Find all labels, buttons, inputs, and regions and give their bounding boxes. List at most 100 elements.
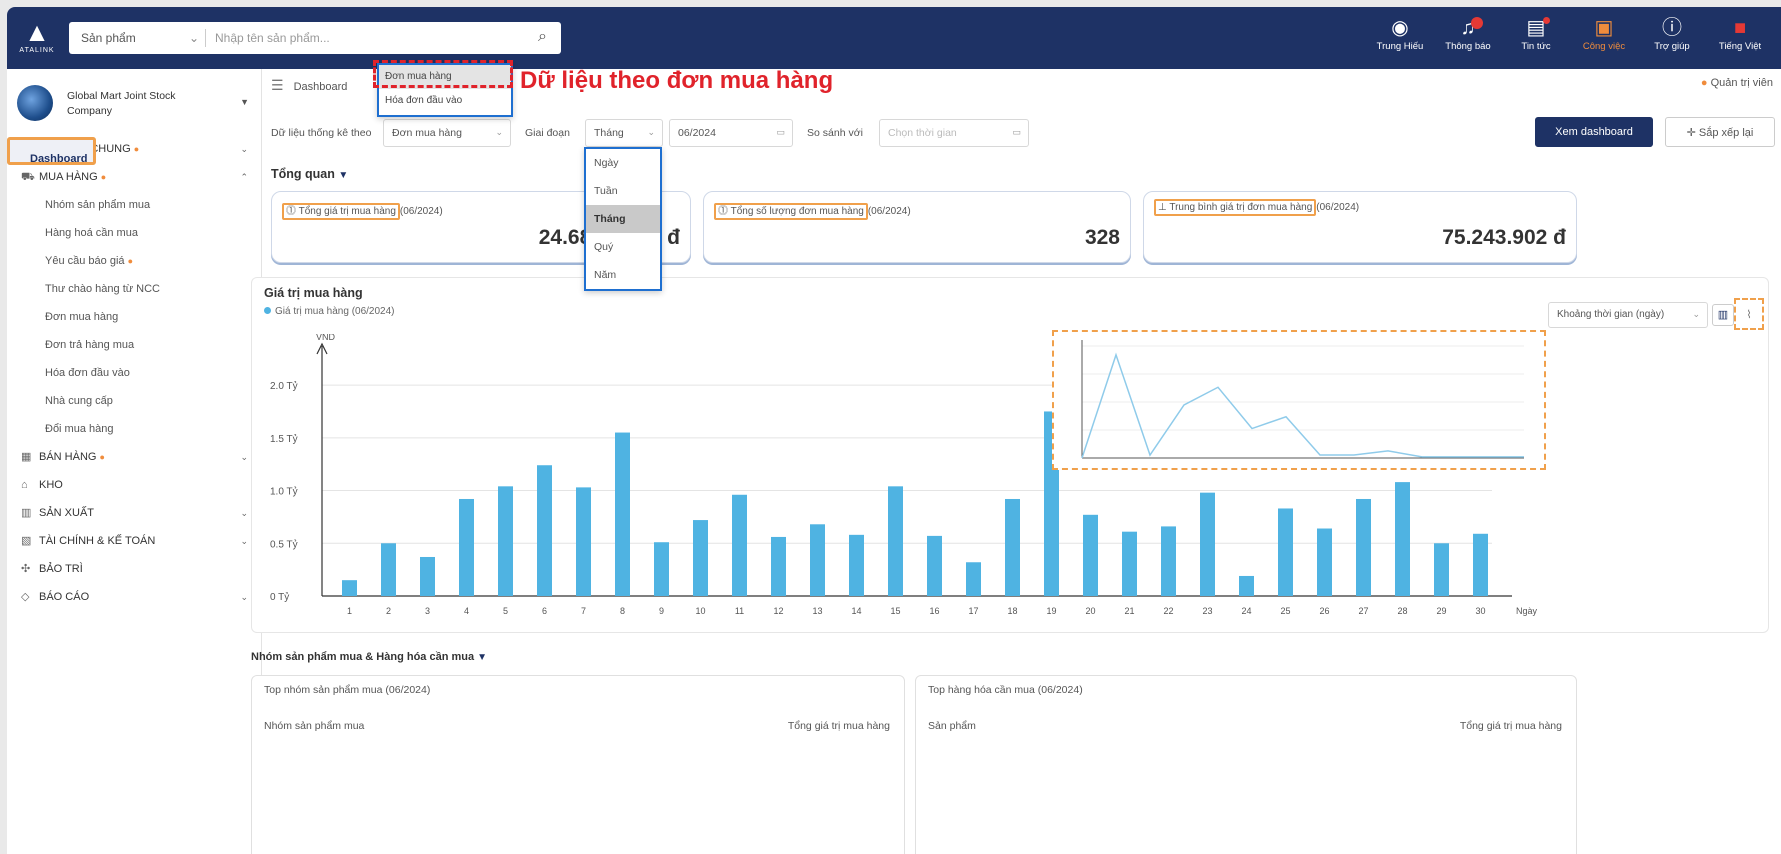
sidebar-item-hang-hoa-can-mua[interactable]: Hàng hoá cần mua: [7, 219, 262, 247]
range-select[interactable]: Khoảng thời gian (ngày) ⌄: [1548, 302, 1708, 328]
x-tick-label: 5: [503, 606, 508, 616]
sidebar-item-don-mua-hang[interactable]: Đơn mua hàng: [7, 303, 262, 331]
calendar-icon: ▭: [776, 127, 785, 137]
x-tick-label: 2: [386, 606, 391, 616]
status-dot: ●: [99, 452, 105, 462]
y-tick-label: 2.0 Tỷ: [270, 380, 298, 392]
main-content: ☰ Dashboard ● Quản trị viên Dữ liệu thống…: [251, 69, 1781, 854]
compare-picker[interactable]: Chọn thời gian ▭: [879, 119, 1029, 147]
kpi-card-average-value: ⊥ Trung bình giá trị đơn mua hàng (06/202…: [1143, 191, 1577, 263]
status-dot: ●: [100, 172, 107, 182]
bar: [1317, 528, 1332, 596]
chevron-down-icon[interactable]: ⌄: [189, 31, 199, 45]
bar: [771, 536, 786, 596]
sidebar-item-don-tra-hang-mua[interactable]: Đơn trả hàng mua: [7, 331, 262, 359]
sidebar-item-dashboard[interactable]: Dashboard: [7, 137, 97, 165]
sidebar-item-bao-cao[interactable]: ◇ BÁO CÁO ⌄: [7, 583, 262, 611]
role-label: Quản trị viên: [1710, 77, 1773, 89]
period-option-quy[interactable]: Quý: [586, 233, 660, 261]
sidebar-item-yeu-cau-bao-gia[interactable]: Yêu cầu báo giá ●: [7, 247, 262, 275]
bar: [576, 487, 591, 596]
chevron-down-icon: ⌄: [240, 508, 248, 518]
period-select[interactable]: Tháng ⌄: [585, 119, 663, 147]
overview-title[interactable]: Tổng quan ▼: [271, 167, 348, 181]
sidebar-item-nha-cung-cap[interactable]: Nhà cung cấp: [7, 387, 262, 415]
period-option-tuan[interactable]: Tuần: [586, 177, 660, 205]
sidebar-item-san-xuat[interactable]: ▥ SẢN XUẤT ⌄: [7, 499, 262, 527]
sidebar-item-nhom-san-pham-mua[interactable]: Nhóm sản phẩm mua: [7, 191, 262, 219]
help-label: Trợ giúp: [1654, 41, 1690, 52]
chart-legend[interactable]: Giá trị mua hàng (06/2024): [264, 306, 395, 317]
sidebar-item-label: Đơn mua hàng: [45, 311, 119, 323]
menu-icon[interactable]: ☰: [271, 77, 284, 93]
kpi-label: Tổng giá trị mua hàng: [298, 206, 396, 217]
news-label: Tin tức: [1521, 41, 1551, 52]
notifications-button[interactable]: ♫ Thông báo: [1437, 15, 1499, 63]
sidebar-item-kho[interactable]: ⌂ KHO: [7, 471, 262, 499]
top-icons: ◉ Trung Hiếu ♫ Thông báo ▤ Tin tức ▣ Công vi…: [1369, 15, 1771, 63]
bottom-section-title[interactable]: Nhóm sản phẩm mua & Hàng hóa cần mua ▼: [251, 651, 487, 663]
stat-select[interactable]: Đơn mua hàng ⌄: [383, 119, 511, 147]
sidebar-item-label: Đổi mua hàng: [45, 423, 114, 435]
sort-button[interactable]: ✛ Sắp xếp lại: [1665, 117, 1775, 147]
sidebar-item-hoa-don-dau-vao[interactable]: Hóa đơn đầu vào: [7, 359, 262, 387]
x-tick-label: 15: [890, 606, 900, 616]
x-tick-label: 27: [1358, 606, 1368, 616]
kpi-value-suffix: đ: [667, 226, 680, 249]
bar: [966, 562, 981, 596]
chart-title: Giá trị mua hàng: [264, 286, 363, 300]
date-picker[interactable]: 06/2024 ▭: [669, 119, 793, 147]
x-tick-label: 16: [929, 606, 939, 616]
breadcrumb-current: Dashboard: [293, 81, 348, 93]
sidebar-item-tai-chinh[interactable]: ▧ TÀI CHÍNH & KẾ TOÁN ⌄: [7, 527, 262, 555]
period-option-nam[interactable]: Năm: [586, 261, 660, 289]
sidebar-item-bao-tri[interactable]: ✣ BẢO TRÌ: [7, 555, 262, 583]
period-option-ngay[interactable]: Ngày: [586, 149, 660, 177]
sidebar-item-ban-hang[interactable]: ▦ BÁN HÀNG ● ⌄: [7, 443, 262, 471]
company-avatar: [17, 85, 53, 121]
news-button[interactable]: ▤ Tin tức: [1505, 15, 1567, 63]
chevron-down-icon[interactable]: ▼: [240, 97, 249, 107]
period-select-value: Tháng: [594, 127, 624, 139]
bar: [537, 465, 552, 596]
y-axis-label: VND: [316, 334, 336, 342]
search-input[interactable]: Nhập tên sản phẩm...: [215, 31, 330, 45]
help-button[interactable]: ⓘ Trợ giúp: [1641, 15, 1703, 63]
chevron-down-icon: ⌄: [647, 127, 655, 137]
x-tick-label: 18: [1007, 606, 1017, 616]
tasks-button[interactable]: ▣ Công việc: [1573, 15, 1635, 63]
x-tick-label: 26: [1319, 606, 1329, 616]
user-menu[interactable]: ◉ Trung Hiếu: [1369, 15, 1431, 63]
bar-chart-icon[interactable]: ▥: [1712, 304, 1734, 326]
x-tick-label: 14: [851, 606, 861, 616]
search-bar[interactable]: Sản phẩm ⌄ Nhập tên sản phẩm... ⌕: [69, 22, 561, 54]
app-logo[interactable]: ▲ ATALINK: [17, 17, 57, 59]
legend-dot: [264, 307, 271, 314]
sidebar-item-thu-chao-hang[interactable]: Thư chào hàng từ NCC: [7, 275, 262, 303]
x-tick-label: 20: [1085, 606, 1095, 616]
bar: [1239, 575, 1254, 596]
period-label: Giai đoạn: [525, 127, 570, 139]
stat-option-hoa-don-dau-vao[interactable]: Hóa đơn đầu vào: [379, 89, 511, 113]
x-tick-label: 6: [542, 606, 547, 616]
chevron-down-icon: ⌄: [240, 536, 248, 546]
sidebar-item-label: KHO: [39, 479, 63, 491]
view-dashboard-button[interactable]: Xem dashboard: [1535, 117, 1653, 147]
period-option-thang[interactable]: Tháng: [586, 205, 660, 233]
x-tick-label: 24: [1241, 606, 1251, 616]
card-title: Top hàng hóa cần mua (06/2024): [928, 684, 1083, 696]
logo-text: ATALINK: [19, 47, 55, 54]
sidebar-item-doi-mua-hang[interactable]: Đổi mua hàng: [7, 415, 262, 443]
search-icon[interactable]: ⌕: [538, 28, 547, 46]
chevron-down-icon: ⌄: [240, 592, 248, 602]
annotation-highlight: [373, 60, 513, 88]
language-button[interactable]: ■ Tiếng Việt: [1709, 15, 1771, 63]
coin-icon: ⓵: [286, 206, 296, 217]
sidebar-item-label: Thư chào hàng từ NCC: [45, 283, 161, 295]
vietnam-flag-icon: ■: [1733, 17, 1747, 39]
x-tick-label: 11: [735, 606, 744, 616]
top-product-groups-card: Top nhóm sản phẩm mua (06/2024) Nhóm sản…: [251, 675, 905, 854]
search-category[interactable]: Sản phẩm: [81, 31, 136, 45]
y-tick-label: 1.0 Tỷ: [270, 486, 298, 498]
company-switcher[interactable]: Global Mart Joint Stock Company ▼: [17, 81, 257, 125]
